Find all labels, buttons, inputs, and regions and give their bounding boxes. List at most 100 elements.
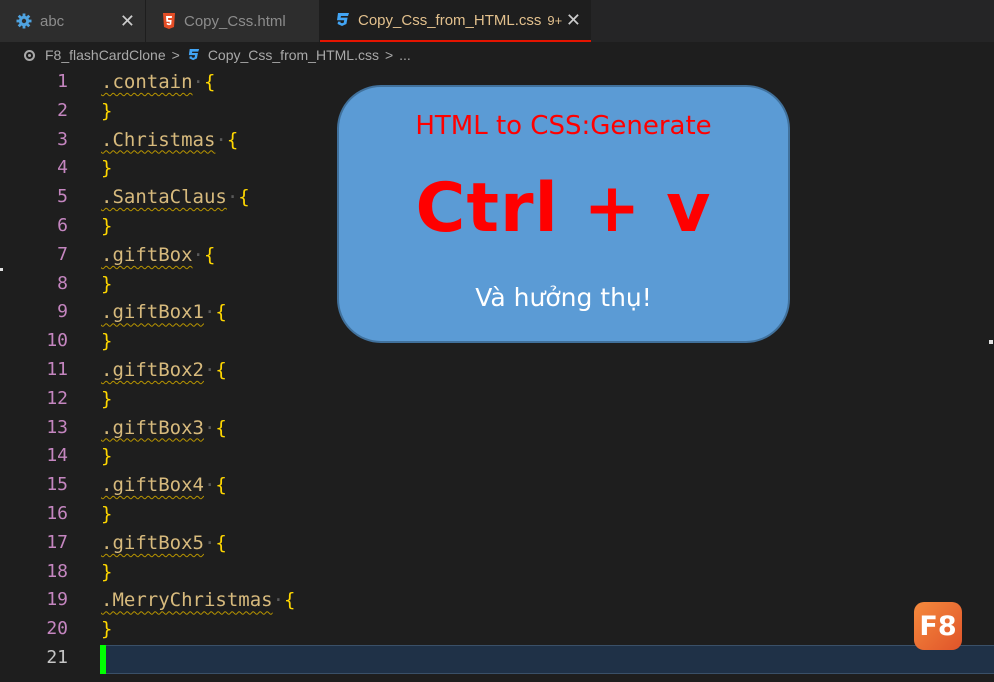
code-line[interactable]: 21 xyxy=(0,644,994,673)
instruction-overlay: HTML to CSS:Generate Ctrl + v Và hưởng t… xyxy=(337,85,790,343)
whitespace-dot: · xyxy=(203,531,216,554)
line-number: 16 xyxy=(46,503,68,524)
code-line[interactable]: 18} xyxy=(0,558,994,587)
css-brace: { xyxy=(226,128,239,151)
code-text: .giftBox3·{ xyxy=(101,414,227,443)
line-number: 15 xyxy=(46,474,68,496)
css-selector: .giftBox5 xyxy=(101,531,204,554)
css-brace: } xyxy=(101,99,113,122)
css-brace: { xyxy=(215,416,227,439)
tab-copy-css-from-html-css[interactable]: Copy_Css_from_HTML.css 9+ ✕ xyxy=(320,0,591,42)
breadcrumb-separator: > xyxy=(171,47,180,63)
code-line[interactable]: 13 .giftBox3·{ xyxy=(0,414,994,443)
gear-icon xyxy=(16,13,32,29)
html5-icon xyxy=(162,13,176,29)
css-brace: { xyxy=(215,474,227,497)
code-line[interactable]: 15 .giftBox4·{ xyxy=(0,471,994,500)
overlay-title: HTML to CSS:Generate xyxy=(415,111,712,141)
css-brace: { xyxy=(215,301,227,324)
tab-bar: abc ✕ Copy_Css.html Copy_Css_from_HTML.c… xyxy=(0,0,994,42)
close-icon[interactable]: ✕ xyxy=(120,11,135,32)
code-text: .giftBox2·{ xyxy=(101,356,227,385)
line-number: 8 xyxy=(57,272,68,294)
css-brace: { xyxy=(284,589,296,612)
css-selector: .SantaClaus xyxy=(101,186,227,209)
css-selector: .giftBox1 xyxy=(101,301,204,324)
code-text: } xyxy=(101,212,112,241)
code-text: } xyxy=(101,558,112,587)
line-number: 18 xyxy=(46,560,68,582)
code-text: .giftBox1·{ xyxy=(101,298,227,327)
css-brace: } xyxy=(101,560,113,583)
breadcrumb-more[interactable]: ... xyxy=(399,47,411,63)
code-line[interactable]: 11 .giftBox2·{ xyxy=(0,356,994,385)
tab-abc[interactable]: abc ✕ xyxy=(0,0,146,42)
line-number: 11 xyxy=(46,359,68,380)
breadcrumb-folder[interactable]: F8_flashCardClone xyxy=(45,47,166,63)
css-brace: } xyxy=(101,157,113,180)
tab-label: Copy_Css.html xyxy=(184,12,286,30)
folder-circle-icon xyxy=(24,49,35,61)
code-line[interactable]: 12} xyxy=(0,385,994,414)
css-brace: { xyxy=(203,71,216,93)
whitespace-dot: · xyxy=(203,359,216,381)
whitespace-dot: · xyxy=(192,243,204,266)
code-line[interactable]: 17 .giftBox5·{ xyxy=(0,529,994,558)
css-brace: } xyxy=(101,618,113,641)
code-text: .Christmas·{ xyxy=(101,126,238,155)
code-text: .MerryChristmas·{ xyxy=(101,586,296,615)
css-selector: .Christmas xyxy=(101,128,216,151)
whitespace-dot: · xyxy=(203,301,216,324)
code-line[interactable]: 20} xyxy=(0,615,994,644)
code-text: } xyxy=(101,615,112,644)
css-selector: .giftBox xyxy=(101,243,193,266)
breadcrumb-separator: > xyxy=(384,47,394,63)
css-selector: .giftBox4 xyxy=(101,474,204,497)
line-number: 19 xyxy=(46,589,68,611)
css-brace: } xyxy=(101,330,113,353)
css-brace: { xyxy=(215,359,227,381)
code-text: .SantaClaus·{ xyxy=(101,183,250,212)
css-brace: } xyxy=(101,387,113,410)
edge-marker xyxy=(989,340,993,344)
line-number: 21 xyxy=(46,647,68,668)
overlay-subtitle: Và hưởng thụ! xyxy=(475,283,652,312)
code-line[interactable]: 19 .MerryChristmas·{ xyxy=(0,586,994,615)
tab-copy-css-html[interactable]: Copy_Css.html xyxy=(146,0,320,42)
code-text: .giftBox5·{ xyxy=(101,529,227,558)
line-number: 20 xyxy=(46,618,68,640)
line-number: 7 xyxy=(57,243,68,265)
tab-label: abc xyxy=(40,12,65,30)
code-text: } xyxy=(101,270,112,299)
css-brace: } xyxy=(101,272,113,295)
line-number: 4 xyxy=(57,157,68,179)
line-number: 6 xyxy=(57,215,68,236)
code-text: } xyxy=(101,327,112,356)
code-line[interactable]: 16} xyxy=(0,500,994,529)
f8-logo: F8 xyxy=(914,602,962,650)
whitespace-dot: · xyxy=(215,128,227,151)
css-brace: { xyxy=(203,243,216,266)
whitespace-dot: · xyxy=(203,416,216,439)
css-brace: } xyxy=(101,503,113,525)
css3-icon xyxy=(336,12,350,28)
css-brace: { xyxy=(238,186,250,209)
css3-icon xyxy=(188,48,200,62)
code-text: } xyxy=(101,154,112,183)
line-number: 12 xyxy=(46,387,68,409)
code-text: .contain·{ xyxy=(101,68,215,97)
css-brace: } xyxy=(101,215,113,237)
code-text: } xyxy=(101,500,112,529)
whitespace-dot: · xyxy=(192,71,204,93)
line-number: 10 xyxy=(46,330,68,352)
line-number: 1 xyxy=(57,71,68,92)
line-number: 3 xyxy=(57,128,68,150)
whitespace-dot: · xyxy=(272,589,285,612)
code-text: } xyxy=(101,442,112,471)
breadcrumb-file[interactable]: Copy_Css_from_HTML.css xyxy=(208,47,379,63)
close-icon[interactable]: ✕ xyxy=(566,10,581,31)
line-number: 5 xyxy=(57,186,68,208)
line-number: 9 xyxy=(57,301,68,323)
code-line[interactable]: 14} xyxy=(0,442,994,471)
line-number: 2 xyxy=(57,99,68,121)
